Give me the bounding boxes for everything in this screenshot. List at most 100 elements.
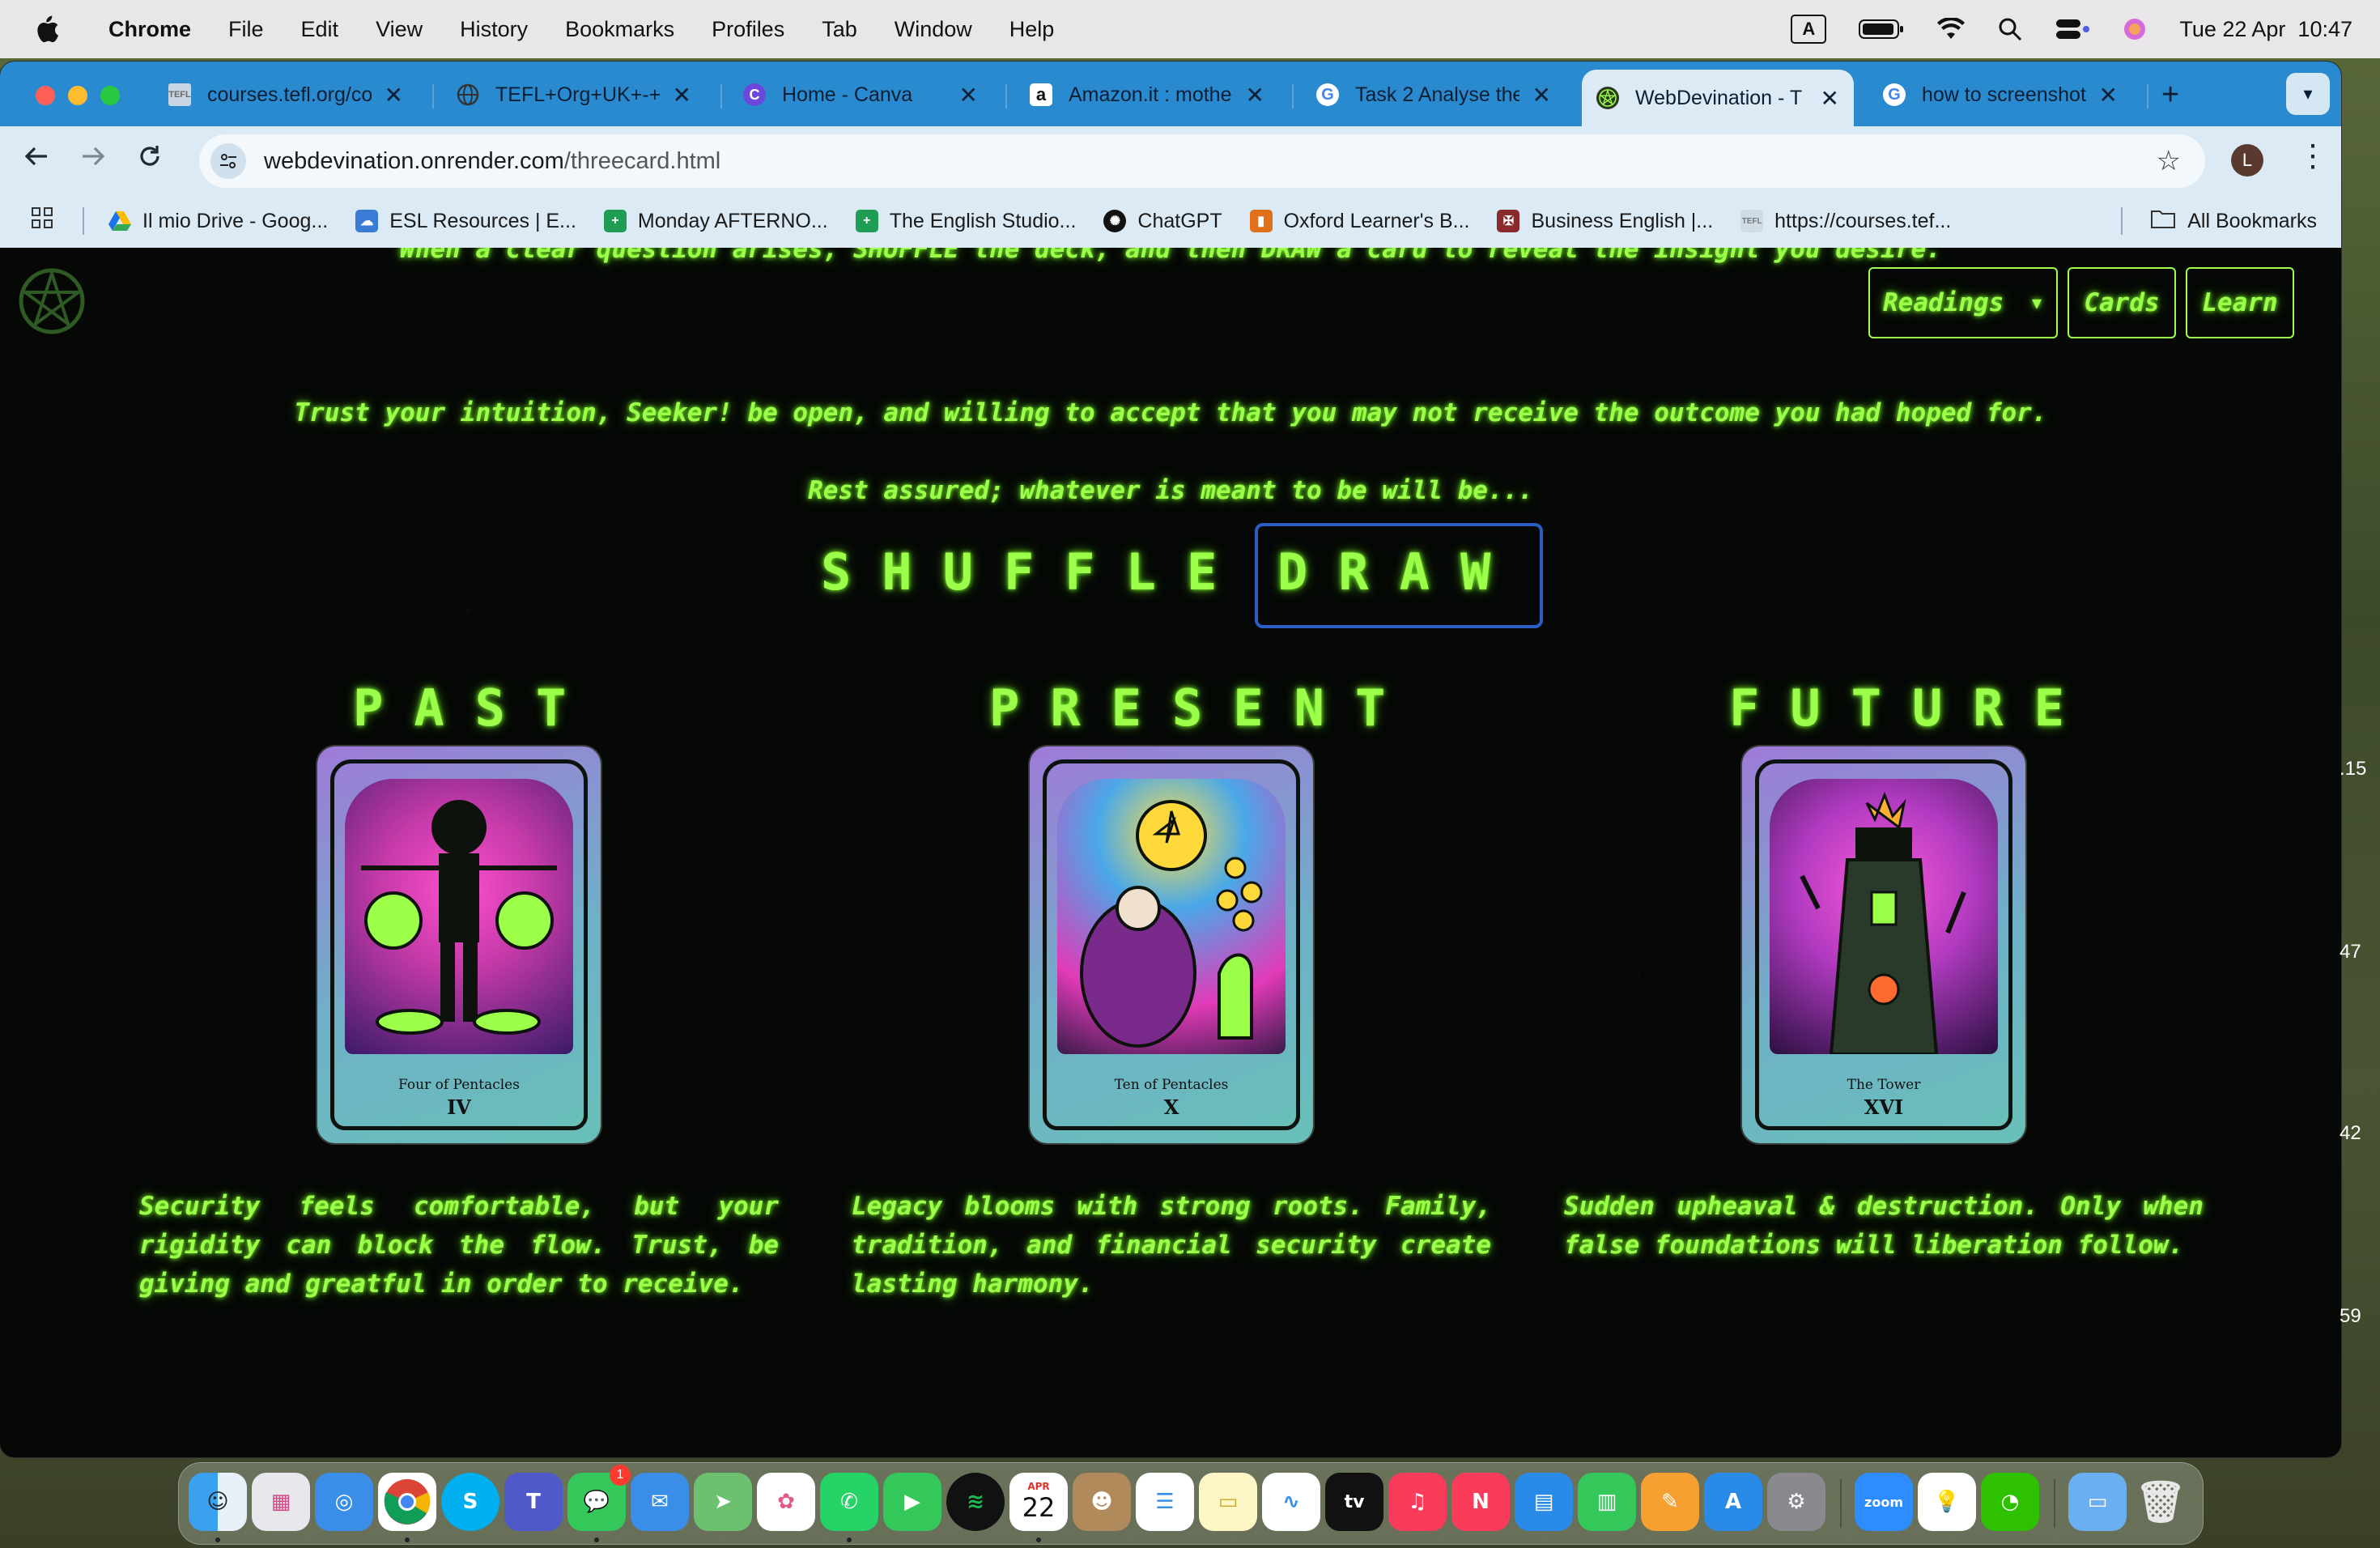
- battery-icon[interactable]: [1859, 18, 1904, 40]
- finder-icon[interactable]: ☺: [189, 1473, 247, 1531]
- zoom-icon[interactable]: zoom: [1855, 1473, 1913, 1531]
- system-settings-icon[interactable]: ⚙: [1767, 1473, 1825, 1531]
- spotlight-search-icon[interactable]: [1998, 17, 2022, 41]
- pages-icon[interactable]: ✎: [1641, 1473, 1699, 1531]
- back-arrow-icon[interactable]: [23, 142, 50, 177]
- forward-arrow-icon[interactable]: [79, 142, 107, 177]
- pentacle-logo-icon[interactable]: [18, 267, 86, 335]
- menu-tab[interactable]: Tab: [822, 17, 857, 42]
- tarot-card-present[interactable]: Ten of Pentacles X: [1030, 746, 1313, 1143]
- apple-menu-icon[interactable]: [34, 15, 59, 43]
- tarot-page: When a clear question arises, SHUFFLE th…: [0, 248, 2341, 1457]
- tab-tefl-org-pdf[interactable]: TEFL+Org+UK+-+I ✕: [442, 70, 706, 120]
- tab-close-icon[interactable]: ✕: [1246, 82, 1264, 108]
- menu-window[interactable]: Window: [895, 17, 972, 42]
- learn-button[interactable]: Learn: [2186, 267, 2294, 338]
- tab-close-icon[interactable]: ✕: [1532, 82, 1551, 108]
- apps-grid-icon[interactable]: [31, 206, 53, 236]
- tab-close-icon[interactable]: ✕: [385, 82, 403, 108]
- music-icon[interactable]: ♫: [1388, 1473, 1447, 1531]
- bookmark-drive[interactable]: Il mio Drive - Goog...: [108, 210, 328, 233]
- bookmark-chatgpt[interactable]: ✺ ChatGPT: [1103, 210, 1222, 233]
- teams-icon[interactable]: T: [504, 1473, 563, 1531]
- control-center-icon[interactable]: [2055, 17, 2090, 41]
- news-icon[interactable]: N: [1451, 1473, 1510, 1531]
- freeform-icon[interactable]: ∿: [1262, 1473, 1320, 1531]
- menu-help[interactable]: Help: [1009, 17, 1055, 42]
- menu-bookmarks[interactable]: Bookmarks: [565, 17, 674, 42]
- skype-icon[interactable]: S: [441, 1473, 499, 1531]
- desktop-edge-number: 47: [2340, 941, 2361, 963]
- numbers-icon[interactable]: ▥: [1578, 1473, 1636, 1531]
- tab-google-task2[interactable]: G Task 2 Analyse the ✕: [1302, 70, 1566, 120]
- bookmark-monday-afternoon[interactable]: + Monday AFTERNO...: [603, 210, 828, 233]
- address-bar[interactable]: webdevination.onrender.com/threecard.htm…: [199, 134, 2205, 188]
- menu-app-name[interactable]: Chrome: [108, 17, 191, 42]
- readings-dropdown-button[interactable]: Readings ▼: [1868, 267, 2058, 338]
- shuffle-button[interactable]: SHUFFLE: [821, 542, 1247, 602]
- menu-edit[interactable]: Edit: [301, 17, 339, 42]
- mail-icon[interactable]: ✉: [631, 1473, 689, 1531]
- tab-close-icon[interactable]: ✕: [1821, 85, 1839, 112]
- app-store-icon[interactable]: A: [1704, 1473, 1762, 1531]
- window-minimize-button[interactable]: [68, 86, 87, 105]
- site-info-icon[interactable]: [210, 143, 246, 179]
- photos-icon[interactable]: ✿: [757, 1473, 815, 1531]
- bookmark-business-english[interactable]: ✠ Business English |...: [1497, 210, 1713, 233]
- spotify-icon[interactable]: ≋: [946, 1473, 1005, 1531]
- all-bookmarks[interactable]: All Bookmarks: [2121, 194, 2317, 248]
- safari-icon[interactable]: ◎: [315, 1473, 373, 1531]
- tarot-card-future[interactable]: The Tower XVI: [1742, 746, 2025, 1143]
- launchpad-icon[interactable]: ▦: [252, 1473, 310, 1531]
- downloads-folder-icon[interactable]: ▭: [2068, 1473, 2127, 1531]
- present-heading: PRESENT: [989, 678, 1417, 738]
- contacts-icon[interactable]: ☻: [1073, 1473, 1131, 1531]
- reload-icon[interactable]: [136, 142, 164, 177]
- whatsapp-icon[interactable]: ✆: [820, 1473, 878, 1531]
- reminders-icon[interactable]: ☰: [1136, 1473, 1194, 1531]
- facetime-icon[interactable]: ▶: [883, 1473, 941, 1531]
- bookmark-oxford-learners[interactable]: ▮ Oxford Learner's B...: [1249, 210, 1469, 233]
- tips-icon[interactable]: 💡: [1918, 1473, 1976, 1531]
- bookmark-courses-tefl[interactable]: TEFL https://courses.tef...: [1740, 210, 1951, 233]
- chrome-icon[interactable]: [378, 1473, 436, 1531]
- siri-icon[interactable]: [2123, 17, 2147, 41]
- menu-view[interactable]: View: [376, 17, 423, 42]
- notes-icon[interactable]: ▭: [1199, 1473, 1257, 1531]
- tab-amazon[interactable]: a Amazon.it : mother ✕: [1015, 70, 1279, 120]
- calendar-icon[interactable]: APR 22: [1009, 1473, 1068, 1531]
- bookmark-star-icon[interactable]: ☆: [2157, 145, 2181, 177]
- menu-history[interactable]: History: [460, 17, 528, 42]
- input-source-indicator[interactable]: A: [1791, 15, 1827, 44]
- new-tab-plus-icon[interactable]: +: [2161, 78, 2179, 113]
- cards-button[interactable]: Cards: [2068, 267, 2176, 338]
- wifi-icon[interactable]: [1936, 18, 1966, 40]
- wechat-icon[interactable]: ◔: [1981, 1473, 2039, 1531]
- window-close-button[interactable]: [36, 86, 55, 105]
- tab-search-chevron-icon[interactable]: ▾: [2286, 73, 2330, 115]
- tab-close-icon[interactable]: ✕: [673, 82, 691, 108]
- draw-button[interactable]: DRAW: [1277, 542, 1521, 602]
- chrome-menu-kebab-icon[interactable]: ⋮: [2297, 138, 2328, 174]
- trash-icon[interactable]: 🗑: [2131, 1473, 2190, 1531]
- maps-icon[interactable]: ➤: [694, 1473, 752, 1531]
- card-frame: [1043, 759, 1300, 1130]
- tab-tefl-courses[interactable]: TEFL courses.tefl.org/co ✕: [154, 70, 418, 120]
- bookmark-english-studio[interactable]: + The English Studio...: [855, 210, 1076, 233]
- tab-canva[interactable]: C Home - Canva ✕: [729, 70, 992, 120]
- tab-webdevination[interactable]: WebDevination - T ✕: [1582, 70, 1854, 126]
- bookmark-esl-resources[interactable]: ☁ ESL Resources | E...: [355, 210, 576, 233]
- apple-tv-icon[interactable]: tv: [1325, 1473, 1383, 1531]
- keynote-icon[interactable]: ▤: [1515, 1473, 1573, 1531]
- tab-title: WebDevination - T: [1635, 86, 1803, 109]
- window-zoom-button[interactable]: [100, 86, 120, 105]
- profile-avatar[interactable]: L: [2231, 144, 2263, 176]
- tab-google-screenshot[interactable]: G how to screenshot ✕: [1868, 70, 2132, 120]
- tab-close-icon[interactable]: ✕: [2099, 82, 2118, 108]
- menu-profiles[interactable]: Profiles: [712, 17, 784, 42]
- menu-clock[interactable]: Tue 22 Apr 10:47: [2179, 17, 2352, 42]
- tab-close-icon[interactable]: ✕: [959, 82, 978, 108]
- tarot-card-past[interactable]: Four of Pentacles IV: [317, 746, 601, 1143]
- menu-file[interactable]: File: [228, 17, 264, 42]
- macos-dock: ☺ ▦ ◎ S T 💬 1 ✉ ➤ ✿ ✆ ▶ ≋ APR 22 ☻ ☰ ▭ ∿…: [178, 1462, 2204, 1545]
